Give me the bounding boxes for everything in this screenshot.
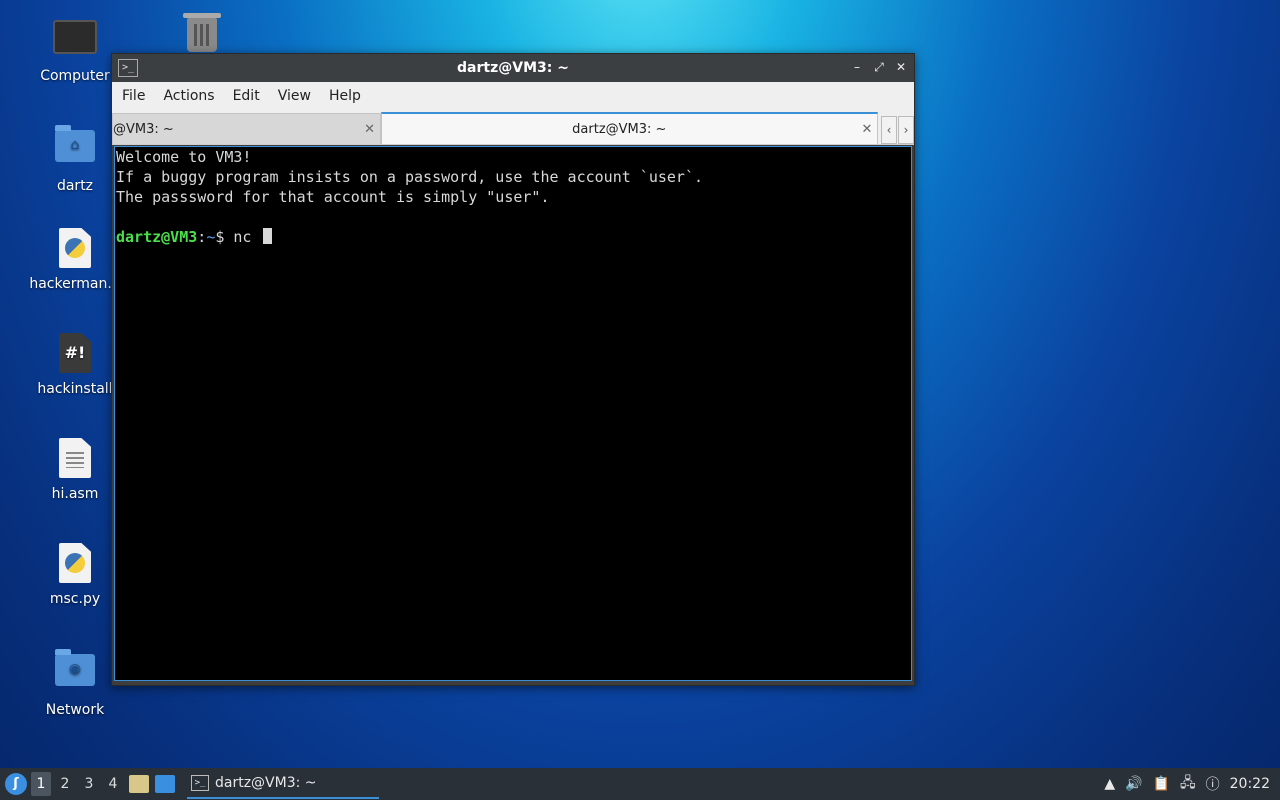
tray-expand-icon[interactable]: ▲	[1104, 776, 1115, 792]
terminal-line: If a buggy program insists on a password…	[116, 168, 703, 186]
menu-actions[interactable]: Actions	[159, 88, 226, 104]
workspace-1[interactable]: 1	[31, 772, 51, 796]
menu-bar: File Actions Edit View Help	[112, 82, 914, 110]
tab-label: @VM3: ~	[113, 121, 174, 137]
show-desktop-icon[interactable]	[155, 775, 175, 793]
menu-edit[interactable]: Edit	[229, 88, 272, 104]
terminal-line: The passsword for that account is simply…	[116, 188, 550, 206]
script-file-icon: #!	[53, 333, 97, 377]
network-icon[interactable]: 🖧	[1180, 772, 1196, 796]
tab-1[interactable]: @VM3: ~ ✕	[112, 113, 381, 144]
file-manager-icon[interactable]	[129, 775, 149, 793]
menu-view[interactable]: View	[274, 88, 323, 104]
prompt-sep: :	[197, 228, 207, 246]
text-cursor	[262, 228, 272, 244]
window-title: dartz@VM3: ~	[457, 60, 569, 76]
notification-icon[interactable]: ⓘ	[1206, 774, 1220, 794]
terminal-line: Welcome to VM3!	[116, 148, 252, 166]
minimize-button[interactable]: –	[850, 60, 864, 75]
volume-icon[interactable]: 🔊	[1125, 776, 1142, 792]
start-menu-icon[interactable]: ʃ	[5, 773, 27, 795]
tab-label: dartz@VM3: ~	[572, 121, 667, 137]
prompt-path: ~	[206, 228, 216, 246]
computer-icon	[53, 20, 97, 64]
workspace-2[interactable]: 2	[55, 772, 75, 796]
terminal-output[interactable]: Welcome to VM3! If a buggy program insis…	[114, 146, 912, 681]
clock[interactable]: 20:22	[1230, 776, 1270, 792]
terminal-window[interactable]: >_ dartz@VM3: ~ – ⤢ ✕ File Actions Edit …	[111, 53, 915, 686]
taskbar-task-label: dartz@VM3: ~	[215, 775, 317, 791]
text-file-icon	[53, 438, 97, 482]
tab-close-icon[interactable]: ✕	[857, 122, 877, 137]
terminal-prompt-line[interactable]: dartz@VM3:~$ nc	[115, 227, 911, 247]
clipboard-icon[interactable]: 📋	[1153, 776, 1170, 792]
tab-bar: @VM3: ~ ✕ dartz@VM3: ~ ✕ ‹ ›	[112, 110, 914, 145]
maximize-button[interactable]: ⤢	[872, 60, 886, 75]
python-file-icon	[53, 543, 97, 587]
taskbar: ʃ 1 2 3 4 >_ dartz@VM3: ~ ▲ 🔊 📋 🖧 ⓘ 20:2…	[0, 768, 1280, 800]
close-button[interactable]: ✕	[894, 60, 908, 75]
tab-close-icon[interactable]: ✕	[360, 122, 380, 137]
network-folder-icon: ◉	[53, 649, 97, 698]
taskbar-task-terminal[interactable]: >_ dartz@VM3: ~	[187, 769, 379, 799]
workspace-4[interactable]: 4	[103, 772, 123, 796]
workspace-3[interactable]: 3	[79, 772, 99, 796]
menu-file[interactable]: File	[118, 88, 157, 104]
prompt-symbol: $	[215, 228, 234, 246]
tab-scroll-left-icon[interactable]: ‹	[881, 116, 897, 144]
command-input[interactable]: nc	[233, 228, 260, 246]
tab-scroll-right-icon[interactable]: ›	[898, 116, 914, 144]
tab-2[interactable]: dartz@VM3: ~ ✕	[380, 112, 878, 144]
home-folder-icon: ⌂	[53, 125, 97, 174]
title-bar[interactable]: >_ dartz@VM3: ~ – ⤢ ✕	[112, 54, 914, 82]
prompt-user: dartz@VM3	[116, 228, 198, 246]
system-tray: ▲ 🔊 📋 🖧 ⓘ 20:22	[1104, 768, 1280, 800]
menu-help[interactable]: Help	[325, 88, 373, 104]
terminal-task-icon: >_	[191, 775, 209, 791]
python-file-icon	[53, 228, 97, 272]
desktop-icon-label: Network	[45, 702, 105, 718]
